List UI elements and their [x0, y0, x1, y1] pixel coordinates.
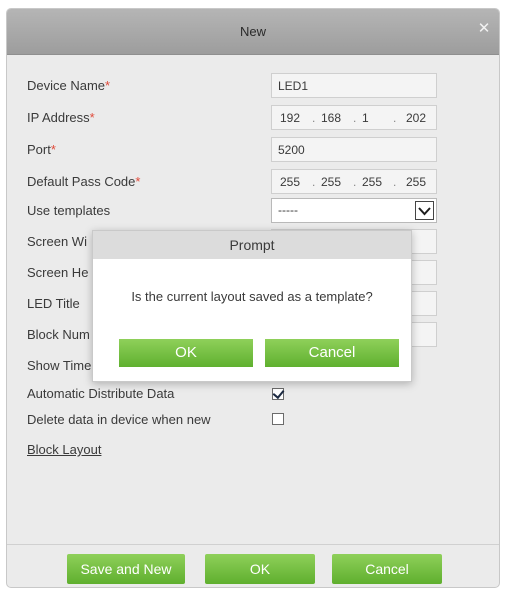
show-time-label: Show Time — [27, 358, 92, 373]
pass-octet-4[interactable]: 255 — [406, 175, 426, 189]
ok-button[interactable]: OK — [205, 554, 315, 584]
default-pass-code-input[interactable]: 255 . 255 . 255 . 255 — [271, 169, 437, 194]
ip-separator: . — [312, 111, 316, 125]
pass-separator: . — [312, 175, 316, 189]
required-mark: * — [89, 110, 95, 125]
device-name-input[interactable]: LED1 — [271, 73, 437, 98]
pass-octet-2[interactable]: 255 — [321, 175, 341, 189]
ip-octet-2[interactable]: 168 — [321, 111, 341, 125]
dialog-titlebar: New ✕ — [7, 9, 499, 55]
automatic-distribute-checkbox[interactable] — [272, 388, 284, 400]
port-label-text: Port — [27, 142, 51, 157]
required-mark: * — [50, 142, 56, 157]
led-title-label: LED Title — [27, 296, 80, 311]
prompt-header: Prompt — [93, 231, 411, 259]
required-mark: * — [135, 174, 141, 189]
use-templates-label: Use templates — [27, 203, 111, 218]
ip-octet-4[interactable]: 202 — [406, 111, 426, 125]
ip-separator: . — [353, 111, 357, 125]
block-number-label: Block Num — [27, 327, 90, 342]
dialog-title: New — [239, 24, 266, 39]
save-and-new-button[interactable]: Save and New — [67, 554, 185, 584]
prompt-cancel-button[interactable]: Cancel — [265, 339, 399, 367]
delete-data-label: Delete data in device when new — [27, 412, 211, 427]
device-name-label-text: Device Name — [27, 78, 106, 93]
ip-address-label-text: IP Address — [27, 110, 90, 125]
screen-height-label: Screen He — [27, 265, 89, 280]
ip-address-label: IP Address* — [27, 110, 95, 125]
ip-octet-1[interactable]: 192 — [280, 111, 300, 125]
block-layout-link[interactable]: Block Layout — [27, 442, 101, 457]
prompt-dialog: Prompt Is the current layout saved as a … — [92, 230, 412, 382]
pass-octet-3[interactable]: 255 — [362, 175, 382, 189]
automatic-distribute-label: Automatic Distribute Data — [27, 386, 175, 401]
chevron-down-icon[interactable] — [415, 201, 434, 220]
use-templates-value: ----- — [278, 203, 298, 217]
pass-octet-1[interactable]: 255 — [280, 175, 300, 189]
device-name-label: Device Name* — [27, 78, 110, 93]
ip-separator: . — [393, 111, 397, 125]
required-mark: * — [105, 78, 111, 93]
port-input[interactable]: 5200 — [271, 137, 437, 162]
default-pass-code-label-text: Default Pass Code — [27, 174, 136, 189]
prompt-ok-button[interactable]: OK — [119, 339, 253, 367]
ip-octet-3[interactable]: 1 — [362, 111, 369, 125]
screen-width-label: Screen Wi — [27, 234, 87, 249]
footer-divider — [7, 544, 499, 545]
prompt-title: Prompt — [229, 237, 275, 253]
delete-data-checkbox[interactable] — [272, 413, 284, 425]
pass-separator: . — [393, 175, 397, 189]
close-icon[interactable]: ✕ — [477, 21, 491, 36]
pass-separator: . — [353, 175, 357, 189]
prompt-message: Is the current layout saved as a templat… — [131, 289, 373, 304]
default-pass-code-label: Default Pass Code* — [27, 174, 140, 189]
use-templates-select[interactable]: ----- — [271, 198, 437, 223]
port-label: Port* — [27, 142, 56, 157]
cancel-button[interactable]: Cancel — [332, 554, 442, 584]
ip-address-input[interactable]: 192 . 168 . 1 . 202 — [271, 105, 437, 130]
